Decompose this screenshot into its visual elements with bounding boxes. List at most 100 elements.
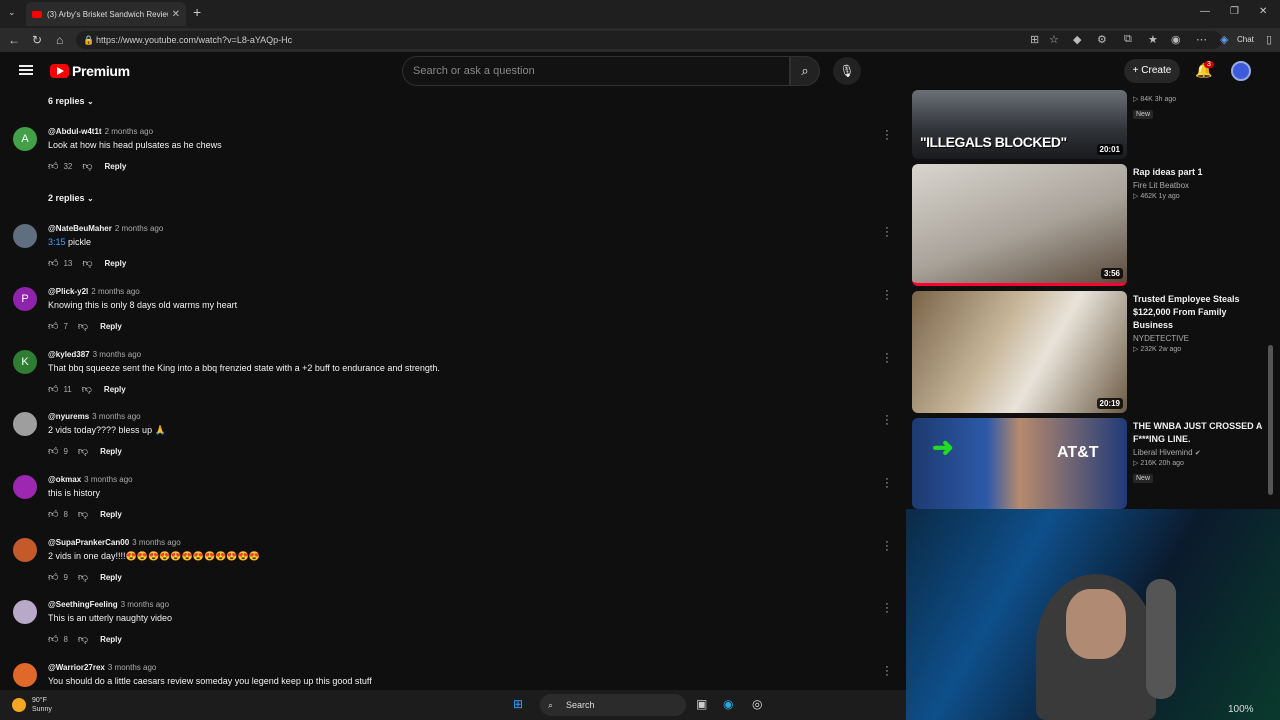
windows-start-icon[interactable]: ⊞ — [513, 697, 523, 711]
close-window-icon[interactable]: ✕ — [1259, 6, 1267, 17]
reply-button[interactable]: Reply — [100, 635, 122, 644]
app-available-icon[interactable]: ⊞ — [1030, 33, 1039, 46]
video-thumbnail[interactable]: 20:19 — [912, 291, 1127, 413]
like-icon[interactable]: 👍︎ — [48, 160, 58, 172]
new-tab-icon[interactable]: + — [193, 4, 201, 20]
commenter-avatar[interactable] — [13, 475, 37, 499]
like-icon[interactable]: 👍︎ — [48, 257, 58, 269]
refresh-icon[interactable]: ↻ — [32, 33, 42, 47]
weather-widget[interactable]: 90°F Sunny — [12, 696, 52, 714]
comment-menu-icon[interactable]: · · · — [883, 411, 891, 430]
commenter-avatar[interactable] — [13, 224, 37, 248]
comment-handle: @SeethingFeeling — [48, 600, 118, 609]
scrollbar[interactable] — [1268, 345, 1273, 495]
reply-button[interactable]: Reply — [105, 259, 127, 268]
reply-button[interactable]: Reply — [100, 322, 122, 331]
commenter-avatar[interactable] — [13, 412, 37, 436]
browser-tab[interactable]: (3) Arby's Brisket Sandwich Review ✕ — [26, 2, 186, 26]
sidebar-toggle-icon[interactable]: ▯ — [1266, 33, 1272, 46]
youtube-logo-icon[interactable] — [50, 64, 69, 78]
favorites-icon[interactable]: ★ — [1148, 33, 1158, 46]
like-icon[interactable]: 👍︎ — [48, 445, 58, 457]
create-button[interactable]: + Create — [1124, 59, 1180, 83]
chat-label[interactable]: Chat — [1237, 35, 1254, 44]
brand-label[interactable]: Premium — [72, 63, 130, 79]
commenter-avatar[interactable] — [13, 538, 37, 562]
favorite-star-icon[interactable]: ☆ — [1049, 33, 1059, 46]
comment-menu-icon[interactable]: · · · — [883, 474, 891, 493]
video-info[interactable]: Rap ideas part 1 Fire Lit Beatbox ▷ 462K… — [1133, 166, 1268, 200]
dislike-icon[interactable]: 👎︎ — [82, 257, 92, 269]
video-thumbnail[interactable]: "ILLEGALS BLOCKED" 20:01 — [912, 90, 1127, 159]
comment-menu-icon[interactable]: · · · — [883, 599, 891, 618]
commenter-avatar[interactable]: A — [13, 127, 37, 151]
tab-list-icon[interactable]: ⌄ — [8, 7, 16, 18]
more-menu-icon[interactable]: ⋯ — [1196, 33, 1207, 46]
comment-menu-icon[interactable]: · · · — [883, 663, 891, 681]
comment-author[interactable]: @nyurems 3 months ago — [48, 412, 141, 421]
taskbar-search[interactable]: ⌕ Search — [540, 694, 686, 716]
reply-button[interactable]: Reply — [100, 510, 122, 519]
comment-menu-icon[interactable]: · · · — [883, 286, 891, 305]
dislike-icon[interactable]: 👎︎ — [78, 633, 88, 645]
reply-button[interactable]: Reply — [105, 162, 127, 171]
comment-author[interactable]: @kyled387 3 months ago — [48, 350, 141, 359]
comment-author[interactable]: @NateBeuMaher 2 months ago — [48, 224, 163, 233]
edge-browser-icon[interactable]: ◉ — [723, 697, 733, 711]
comment-menu-icon[interactable]: · · · — [883, 349, 891, 368]
comment: @NateBeuMaher 2 months ago 3:15 pickle 👍︎… — [0, 223, 900, 287]
video-info[interactable]: ▷ 84K 3h ago New — [1133, 93, 1268, 121]
obs-icon[interactable]: ◎ — [752, 697, 762, 711]
comment-author[interactable]: @Plick-y2l 2 months ago — [48, 287, 140, 296]
comment-author[interactable]: @okmax 3 months ago — [48, 475, 133, 484]
comment-menu-icon[interactable]: · · · — [883, 223, 891, 242]
comment-author[interactable]: @SupaPrankerCan00 3 months ago — [48, 538, 181, 547]
home-icon[interactable]: ⌂ — [56, 33, 63, 47]
commenter-avatar[interactable] — [13, 600, 37, 624]
video-thumbnail[interactable]: 3:56 — [912, 164, 1127, 286]
dislike-icon[interactable]: 👎︎ — [78, 445, 88, 457]
replies-toggle-second[interactable]: 2 replies ⌄ — [48, 193, 94, 203]
replies-toggle-top[interactable]: 6 replies ⌄ — [48, 96, 94, 106]
search-button[interactable]: ⌕ — [790, 56, 820, 86]
profile-avatar-icon[interactable]: ◉ — [1171, 33, 1181, 46]
commenter-avatar[interactable]: P — [13, 287, 37, 311]
like-icon[interactable]: 👍︎ — [48, 508, 58, 520]
minimize-icon[interactable]: — — [1200, 6, 1210, 17]
like-icon[interactable]: 👍︎ — [48, 633, 58, 645]
dislike-icon[interactable]: 👎︎ — [78, 571, 88, 583]
video-info[interactable]: THE WNBA JUST CROSSED A F***ING LINE. Li… — [1133, 420, 1268, 485]
voice-search-button[interactable]: 🎙 — [833, 57, 861, 85]
comment-author[interactable]: @Abdul-w4t1t 2 months ago — [48, 127, 153, 136]
video-info[interactable]: Trusted Employee Steals $122,000 From Fa… — [1133, 293, 1268, 353]
reply-button[interactable]: Reply — [104, 385, 126, 394]
dislike-icon[interactable]: 👎︎ — [78, 508, 88, 520]
comment-menu-icon[interactable]: · · · — [883, 126, 891, 145]
dislike-icon[interactable]: 👎︎ — [82, 160, 92, 172]
reply-button[interactable]: Reply — [100, 447, 122, 456]
comment-author[interactable]: @SeethingFeeling 3 months ago — [48, 600, 169, 609]
video-thumbnail[interactable]: ➜ AT&T — [912, 418, 1127, 509]
menu-icon[interactable] — [19, 65, 33, 75]
extension-icon[interactable]: ◆ — [1073, 33, 1081, 46]
like-icon[interactable]: 👍︎ — [48, 571, 58, 583]
extension-puzzle-icon[interactable]: ⚙ — [1097, 33, 1107, 46]
back-icon[interactable]: ← — [8, 33, 20, 47]
maximize-icon[interactable]: ❐ — [1230, 6, 1239, 17]
split-screen-icon[interactable]: ⧉ — [1124, 33, 1132, 46]
reply-button[interactable]: Reply — [100, 573, 122, 582]
like-icon[interactable]: 👍︎ — [48, 383, 58, 395]
copilot-icon[interactable]: ◈ — [1220, 33, 1228, 46]
timestamp-link[interactable]: 3:15 — [48, 237, 66, 247]
search-input[interactable]: Search or ask a question — [402, 56, 790, 86]
dislike-icon[interactable]: 👎︎ — [78, 320, 88, 332]
dislike-icon[interactable]: 👎︎ — [82, 383, 92, 395]
task-view-icon[interactable]: ▣ — [696, 697, 707, 711]
account-avatar[interactable] — [1231, 61, 1251, 81]
commenter-avatar[interactable] — [13, 663, 37, 687]
close-tab-icon[interactable]: ✕ — [172, 9, 180, 20]
like-icon[interactable]: 👍︎ — [48, 320, 58, 332]
comment-menu-icon[interactable]: · · · — [883, 537, 891, 556]
comment-author[interactable]: @Warrior27rex 3 months ago — [48, 663, 156, 672]
commenter-avatar[interactable]: K — [13, 350, 37, 374]
